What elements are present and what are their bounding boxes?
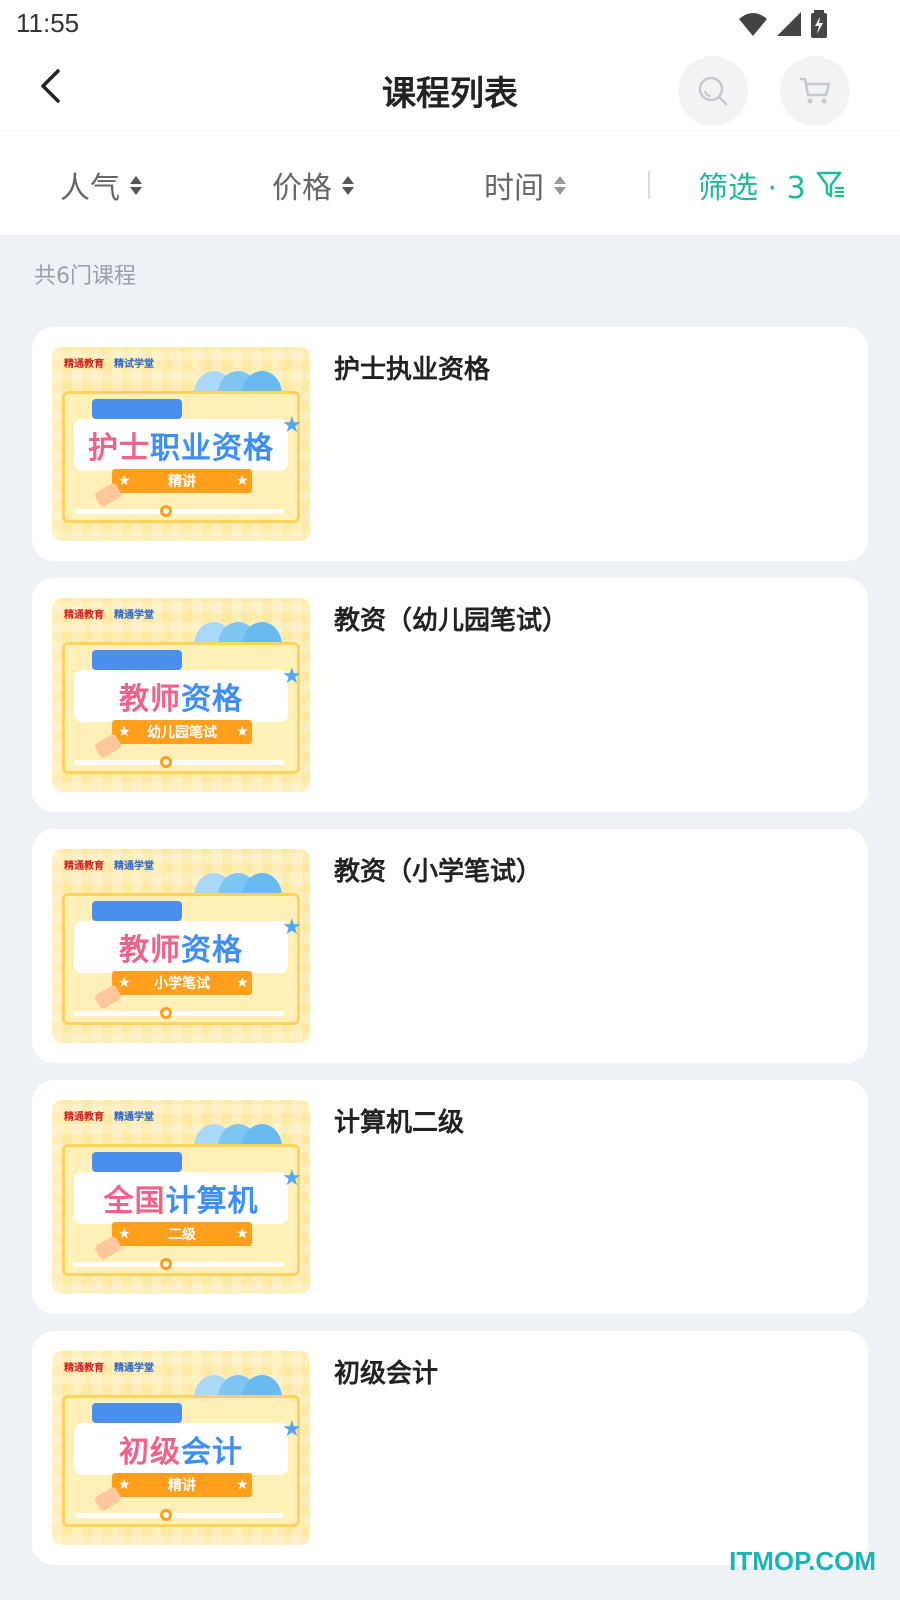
brand-logo-text: 精通教育: [64, 610, 104, 621]
thumb-ribbon: 二级: [112, 1222, 252, 1246]
brand-logo-text: 精通学堂: [114, 861, 154, 872]
thumb-headline: 职业资格: [150, 431, 274, 466]
course-thumbnail: 精通教育 精通学堂 教师资格 幼儿园笔试 ★ ★ ★: [52, 598, 310, 792]
brand-logo-text: 精通教育: [64, 1112, 104, 1123]
sort-arrows-icon: [130, 175, 142, 195]
status-time: 11:55: [16, 8, 80, 38]
course-title: 计算机二级: [334, 1108, 465, 1138]
sort-popularity-label: 人气: [60, 171, 120, 206]
thumb-headline: 初级: [119, 1435, 181, 1470]
brand-logo-text: 精通学堂: [114, 1363, 154, 1374]
filter-label: 筛选 · 3: [698, 171, 806, 206]
star-icon: ★: [282, 915, 302, 940]
watermark: ITMOP.COM: [729, 1546, 876, 1576]
filter-button[interactable]: 筛选 · 3: [698, 163, 846, 207]
thumb-headline: 教师: [119, 933, 181, 968]
signal-icon: [777, 12, 801, 36]
course-card[interactable]: 精通教育 精通学堂 全国计算机 二级 ★ ★ ★ 计算机二级: [32, 1080, 868, 1314]
course-title: 初级会计: [334, 1359, 439, 1389]
status-icons: [738, 10, 828, 38]
thumb-ribbon: 幼儿园笔试: [112, 720, 252, 744]
sort-popularity[interactable]: 人气: [60, 163, 142, 207]
sort-time-label: 时间: [484, 171, 544, 206]
page-title: 课程列表: [382, 74, 518, 114]
sort-time[interactable]: 时间: [484, 163, 566, 207]
divider: [648, 171, 650, 199]
thumb-headline: 护士: [88, 431, 150, 466]
course-thumbnail: 精通教育 精试学堂 护士职业资格 精讲 ★ ★ ★: [52, 347, 310, 541]
nav-bar: 课程列表: [0, 50, 900, 130]
star-icon: ★: [282, 1166, 302, 1191]
brand-logo-text: 精试学堂: [114, 359, 154, 370]
star-icon: ★: [282, 1417, 302, 1442]
brand-logo-text: 精通教育: [64, 1363, 104, 1374]
course-card[interactable]: 精通教育 精通学堂 教师资格 小学笔试 ★ ★ ★ 教资（小学笔试）: [32, 829, 868, 1063]
thumb-headline: 会计: [181, 1435, 243, 1470]
thumb-ribbon: 精讲: [112, 469, 252, 493]
course-card[interactable]: 精通教育 精通学堂 初级会计 精讲 ★ ★ ★ 初级会计: [32, 1331, 868, 1565]
sort-arrows-icon: [342, 175, 354, 195]
course-title: 护士执业资格: [334, 355, 491, 385]
course-title: 教资（小学笔试）: [334, 857, 543, 887]
filter-funnel-icon: [816, 171, 844, 198]
brand-logo-text: 精通学堂: [114, 1112, 154, 1123]
thumb-headline: 全国: [103, 1184, 166, 1219]
sort-arrows-icon: [554, 175, 566, 195]
sort-price-label: 价格: [272, 171, 332, 206]
star-icon: ★: [282, 664, 302, 689]
thumb-headline: 计算机: [165, 1184, 259, 1219]
thumb-ribbon: 精讲: [112, 1473, 252, 1497]
star-icon: ★: [282, 413, 302, 438]
brand-logo-text: 精通学堂: [114, 610, 154, 621]
course-thumbnail: 精通教育 精通学堂 教师资格 小学笔试 ★ ★ ★: [52, 849, 310, 1043]
wifi-icon: [739, 13, 767, 36]
sort-price[interactable]: 价格: [272, 163, 354, 207]
course-title: 教资（幼儿园笔试）: [334, 606, 569, 636]
course-thumbnail: 精通教育 精通学堂 初级会计 精讲 ★ ★ ★: [52, 1351, 310, 1545]
search-icon: [698, 76, 728, 106]
course-card[interactable]: 精通教育 精通学堂 教师资格 幼儿园笔试 ★ ★ ★ 教资（幼儿园笔试）: [32, 578, 868, 812]
thumb-headline: 资格: [181, 933, 243, 968]
brand-logo-text: 精通教育: [64, 359, 104, 370]
cart-icon: [800, 77, 831, 104]
cart-button[interactable]: [780, 56, 850, 126]
search-button[interactable]: [678, 56, 748, 126]
status-bar: 11:55: [0, 0, 900, 50]
course-thumbnail: 精通教育 精通学堂 全国计算机 二级 ★ ★ ★: [52, 1100, 310, 1294]
course-card[interactable]: 精通教育 精试学堂 护士职业资格 精讲 ★ ★ ★ 护士执业资格: [32, 327, 868, 561]
thumb-headline: 资格: [181, 682, 243, 717]
course-count: 共6门课程: [34, 264, 136, 289]
thumb-headline: 教师: [119, 682, 181, 717]
brand-logo-text: 精通教育: [64, 861, 104, 872]
thumb-ribbon: 小学笔试: [112, 971, 252, 995]
battery-charging-icon: [811, 10, 827, 38]
sort-filter-bar: 人气 价格 时间 筛选 · 3: [0, 130, 900, 235]
